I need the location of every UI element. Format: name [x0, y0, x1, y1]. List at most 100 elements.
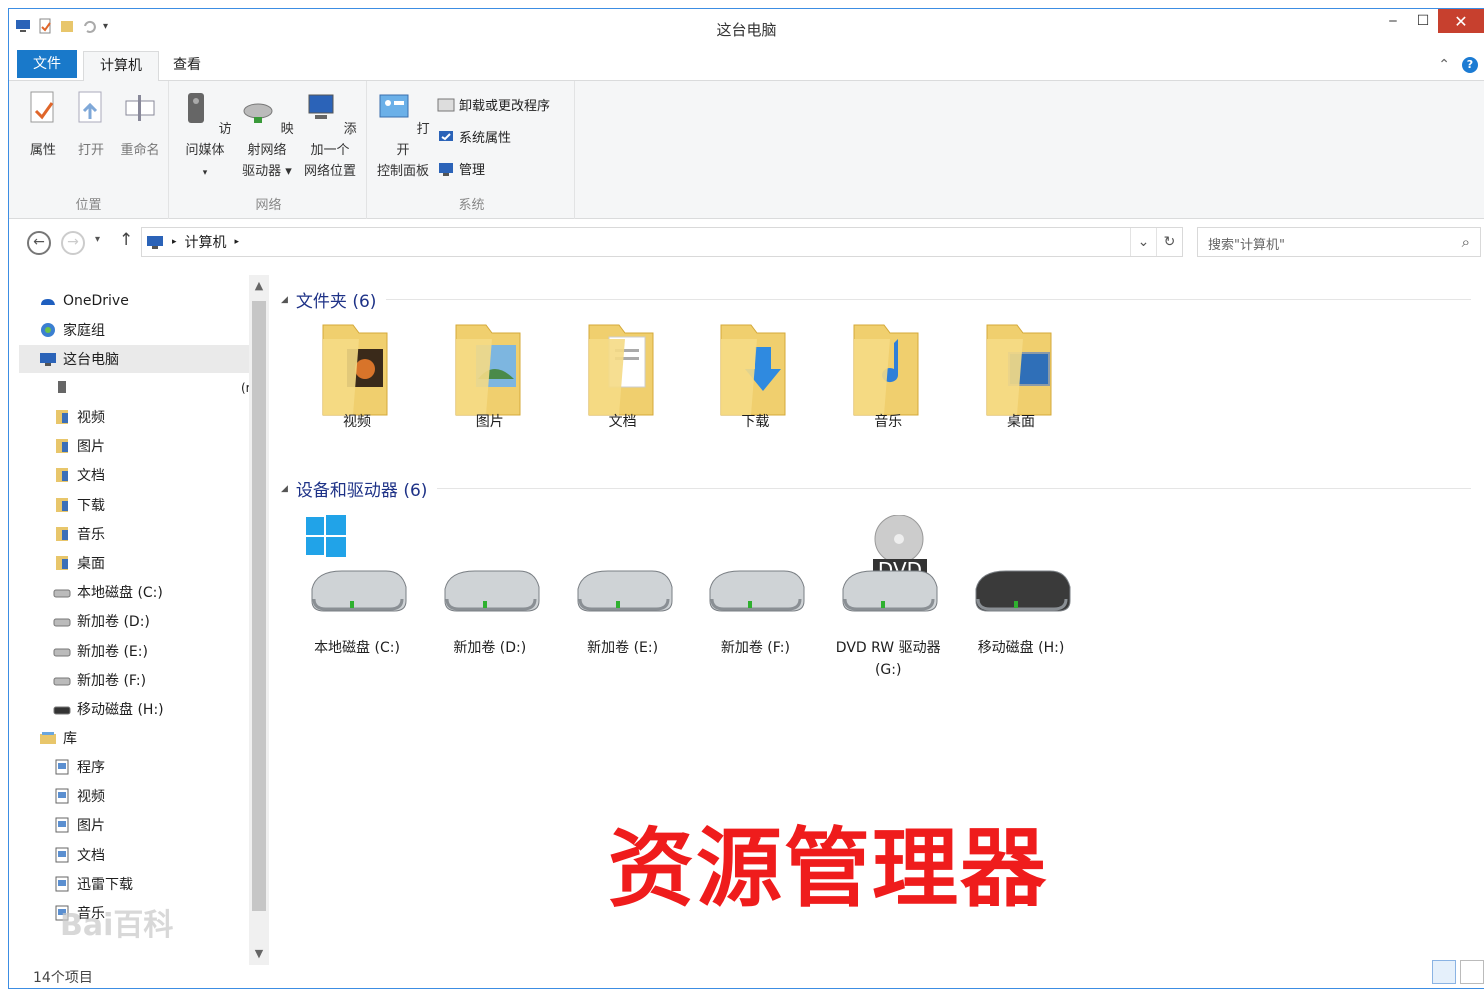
address-dropdown-icon[interactable]: ⌄	[1130, 228, 1156, 256]
drive-item[interactable]: DVD DVD RW 驱动器 (G:)	[828, 515, 948, 681]
drive-icon	[53, 706, 71, 715]
onedrive-icon	[41, 299, 55, 305]
hard-drive-icon	[430, 515, 550, 635]
nav-pc-item[interactable]: 桌面	[53, 549, 105, 577]
minimize-button[interactable]: ‒	[1378, 9, 1408, 33]
drive-item[interactable]: 新加卷 (F:)	[695, 515, 815, 659]
breadcrumb-separator-icon: ▸	[234, 237, 240, 247]
drive-item[interactable]: 新加卷 (E:)	[563, 515, 683, 659]
recent-locations-icon[interactable]: ▾	[95, 234, 100, 245]
nav-pc-item[interactable]: 新加卷 (F:)	[53, 666, 146, 694]
nav-scrollbar[interactable]: ▲ ▼	[249, 275, 269, 965]
library-item-icon	[55, 788, 69, 804]
drive-icon	[53, 648, 71, 657]
folder-icon	[56, 497, 68, 512]
nav-this-pc[interactable]: 这台电脑	[19, 345, 257, 373]
hard-drive-icon	[297, 515, 417, 635]
library-icon	[40, 732, 56, 744]
large-icons-view-button[interactable]	[1460, 960, 1484, 984]
add-network-location-button[interactable]: 添加一个 网络位置	[299, 89, 361, 182]
section-drives[interactable]: ◢ 设备和驱动器 (6)	[281, 476, 1471, 501]
nav-pc-item[interactable]: 移动磁盘 (H:)	[53, 695, 164, 723]
nav-library-item[interactable]: 程序	[53, 753, 105, 781]
section-folders[interactable]: ◢ 文件夹 (6)	[281, 287, 1471, 312]
breadcrumb-computer[interactable]: 计算机	[185, 232, 227, 252]
open-button[interactable]: 打开	[71, 89, 111, 161]
library-item-icon	[55, 817, 69, 833]
hard-drive-icon	[695, 515, 815, 635]
drive-icon	[53, 677, 71, 686]
drive-icon	[53, 589, 71, 598]
folder-item[interactable]: 视频	[297, 313, 417, 433]
nav-network-device[interactable]	[53, 374, 77, 402]
drive-item[interactable]: 本地磁盘 (C:)	[297, 515, 417, 659]
folder-item[interactable]: 图片	[430, 313, 550, 433]
nav-pc-item[interactable]: 文档	[53, 461, 105, 489]
nav-library-item[interactable]: 迅雷下载	[53, 870, 133, 898]
dvd-drive-icon: DVD	[828, 515, 948, 635]
nav-pc-item[interactable]: 下载	[53, 491, 105, 519]
collapse-icon: ◢	[281, 483, 288, 494]
folder-icon	[56, 556, 68, 570]
collapse-ribbon-icon[interactable]: ⌃	[1438, 57, 1450, 73]
folder-icon	[56, 439, 68, 454]
properties-button[interactable]: 属性	[23, 89, 63, 161]
manage-button[interactable]: 管理	[437, 159, 485, 178]
status-bar: 14个项目	[9, 955, 1484, 989]
nav-homegroup[interactable]: 家庭组	[39, 316, 105, 344]
scroll-up-icon[interactable]: ▲	[249, 279, 269, 292]
baidu-watermark: Bai百科	[60, 908, 174, 943]
nav-library[interactable]: 库	[39, 724, 77, 752]
search-input[interactable]: 搜索"计算机" ⌕	[1197, 227, 1481, 257]
scroll-thumb[interactable]	[252, 301, 266, 911]
nav-pc-item[interactable]: 本地磁盘 (C:)	[53, 578, 163, 606]
nav-pc-item[interactable]: 视频	[53, 403, 105, 431]
folder-item[interactable]: 音乐	[828, 313, 948, 433]
folder-item[interactable]: 文档	[563, 313, 683, 433]
item-count: 14个项目	[33, 970, 93, 986]
access-media-button[interactable]: 访问媒体 ▾	[175, 89, 235, 184]
system-properties-button[interactable]: 系统属性	[437, 127, 511, 146]
group-label-location: 位置	[75, 198, 102, 213]
folder-item[interactable]: 桌面	[961, 313, 1081, 433]
computer-icon	[147, 236, 163, 249]
map-drive-button[interactable]: 映射网络 驱动器 ▾	[237, 89, 297, 182]
maximize-button[interactable]: ☐	[1408, 9, 1438, 33]
forward-button[interactable]: →	[61, 231, 85, 255]
caption-text: 资源管理器	[608, 819, 1048, 919]
nav-pc-item[interactable]: 音乐	[53, 520, 105, 548]
folder-icon	[56, 468, 68, 483]
tab-file[interactable]: 文件	[17, 50, 77, 78]
drive-item[interactable]: 移动磁盘 (H:)	[961, 515, 1081, 659]
nav-library-item[interactable]: 图片	[53, 811, 105, 839]
uninstall-program-button[interactable]: 卸载或更改程序	[437, 95, 550, 114]
group-location: 属性 打开 重命名 位置	[9, 81, 169, 219]
library-item-icon	[55, 876, 69, 892]
tab-view[interactable]: 查看	[157, 51, 217, 81]
ribbon-tabs: 文件 计算机 查看 ⌃ ?	[9, 47, 1484, 82]
nav-library-item[interactable]: 文档	[53, 841, 105, 869]
details-view-button[interactable]	[1432, 960, 1456, 984]
drive-icon	[53, 618, 71, 627]
nav-pc-item[interactable]: 图片	[53, 432, 105, 460]
nav-library-item[interactable]: 视频	[53, 782, 105, 810]
close-button[interactable]: ✕	[1438, 9, 1484, 33]
nav-pc-item[interactable]: 新加卷 (E:)	[53, 637, 148, 665]
refresh-icon[interactable]: ↻	[1156, 228, 1182, 256]
library-item-icon	[55, 847, 69, 863]
up-button[interactable]: ↑	[119, 230, 133, 250]
address-box[interactable]: ▸ 计算机 ▸ ⌄ ↻	[141, 227, 1183, 257]
back-button[interactable]: ←	[27, 231, 51, 255]
open-control-panel-button[interactable]: 打开 控制面板	[373, 89, 433, 182]
group-label-system: 系统	[458, 198, 485, 213]
window-title: 这台电脑	[716, 21, 777, 39]
rename-button[interactable]: 重命名	[115, 89, 165, 161]
tab-computer[interactable]: 计算机	[83, 51, 159, 82]
nav-pc-item[interactable]: 新加卷 (D:)	[53, 607, 150, 635]
network-drive-icon	[58, 381, 66, 393]
library-item-icon	[55, 759, 69, 775]
nav-onedrive[interactable]: OneDrive	[39, 287, 129, 315]
help-icon[interactable]: ?	[1462, 57, 1478, 73]
drive-item[interactable]: 新加卷 (D:)	[430, 515, 550, 659]
folder-item[interactable]: 下载	[695, 313, 815, 433]
